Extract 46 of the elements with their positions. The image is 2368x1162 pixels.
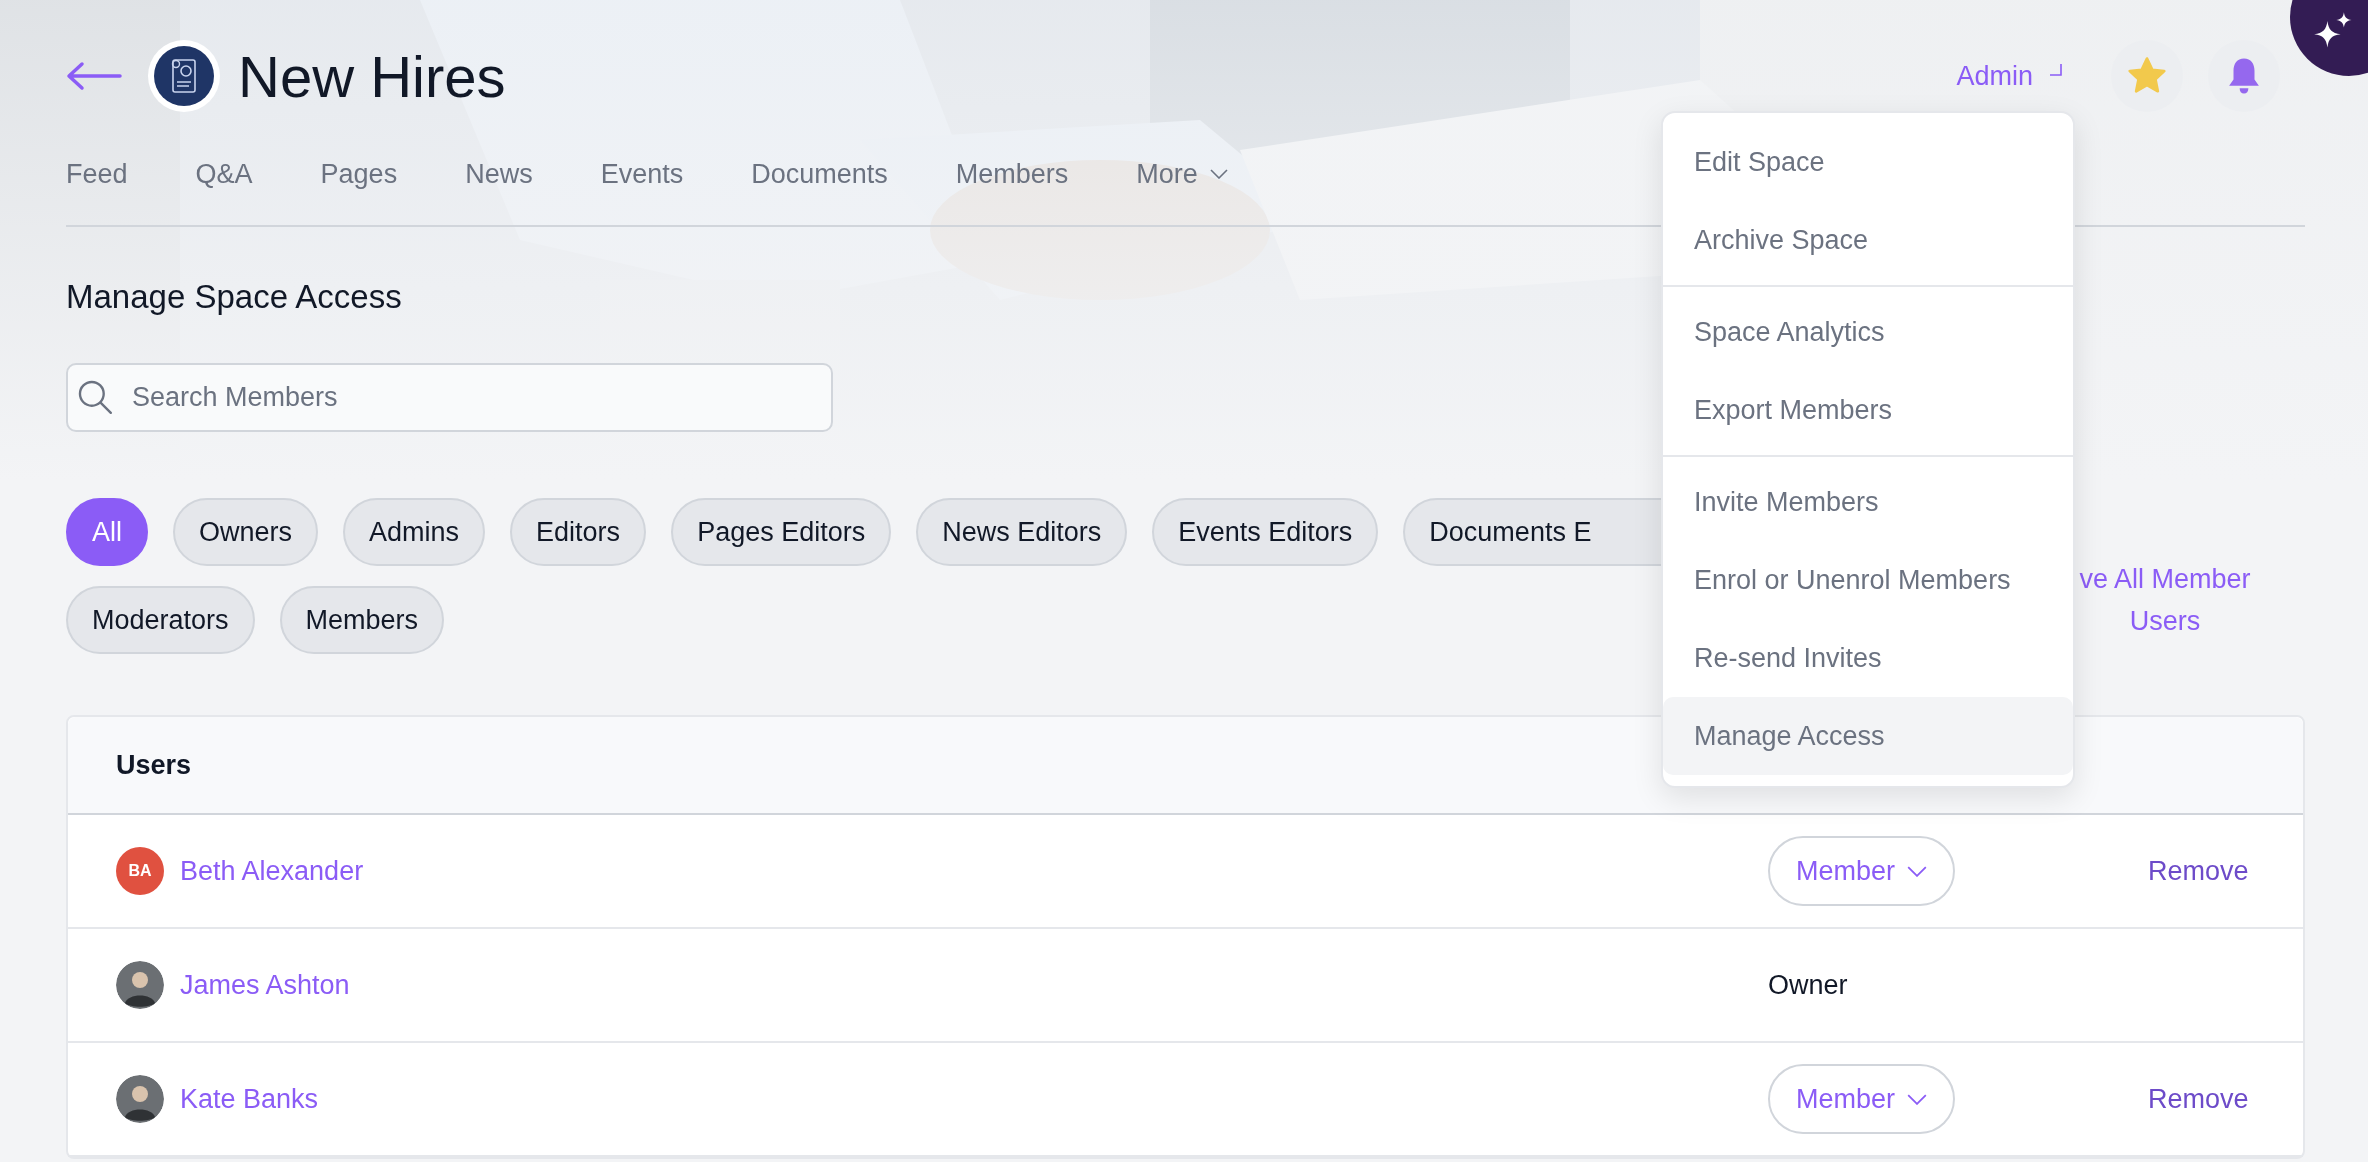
role-dropdown[interactable]: Member <box>1768 836 1956 906</box>
search-field[interactable]: Search Members <box>66 363 833 432</box>
user-name-link[interactable]: Kate Banks <box>180 1083 319 1115</box>
nav-tab[interactable]: Members <box>955 154 1069 194</box>
nav-tab[interactable]: Documents <box>751 154 888 194</box>
document-badge-icon <box>146 38 222 114</box>
chevron-down-icon <box>1209 169 1228 179</box>
remove-link[interactable]: Remove <box>2148 855 2249 886</box>
filter-chip[interactable]: Moderators <box>66 586 255 654</box>
nav-tab[interactable]: Pages <box>320 154 398 194</box>
space-title: New Hires <box>238 42 506 110</box>
menu-item[interactable]: Space Analytics <box>1663 293 2073 371</box>
back-arrow-icon[interactable] <box>66 61 122 91</box>
filter-chip[interactable]: All <box>66 498 148 566</box>
remove-link[interactable]: Remove <box>2148 1083 2249 1114</box>
role-text: Owner <box>1768 969 1848 1000</box>
search-icon <box>76 378 114 416</box>
nav-tab[interactable]: More <box>1136 154 1228 194</box>
filter-chip[interactable]: Admins <box>343 498 486 566</box>
filter-chip[interactable]: Members <box>279 586 445 654</box>
menu-item[interactable]: Edit Space <box>1663 123 2073 201</box>
menu-item[interactable]: Export Members <box>1663 371 2073 449</box>
nav-tab[interactable]: Q&A <box>195 154 253 194</box>
avatar-icon <box>116 961 164 1009</box>
role-menu-link[interactable]: Admin <box>1956 60 2033 92</box>
filter-chip[interactable]: Editors <box>510 498 647 566</box>
section-title: Manage Space Access <box>66 277 403 317</box>
nav-tab[interactable]: Events <box>600 154 684 194</box>
column-header: Users <box>116 749 192 781</box>
menu-item[interactable]: Manage Access <box>1663 697 2073 775</box>
corner-icon <box>2049 63 2063 77</box>
avatar-initials: BA <box>116 847 164 895</box>
avatar-icon <box>116 1075 164 1123</box>
nav-tab[interactable]: News <box>465 154 533 194</box>
chevron-down-icon <box>1907 1093 1928 1105</box>
user-name-link[interactable]: James Ashton <box>180 969 350 1001</box>
menu-item[interactable]: Archive Space <box>1663 201 2073 279</box>
filter-chip[interactable]: Owners <box>173 498 319 566</box>
menu-item[interactable]: Re-send Invites <box>1663 619 2073 697</box>
role-dropdown[interactable]: Member <box>1768 1064 1956 1134</box>
nav-tab[interactable]: Feed <box>66 154 128 194</box>
filter-chip[interactable]: Events Editors <box>1152 498 1379 566</box>
filter-chip[interactable]: Pages Editors <box>671 498 892 566</box>
user-name-link[interactable]: Beth Alexander <box>180 855 364 887</box>
filter-chip[interactable]: News Editors <box>916 498 1128 566</box>
chevron-down-icon <box>1907 865 1928 877</box>
